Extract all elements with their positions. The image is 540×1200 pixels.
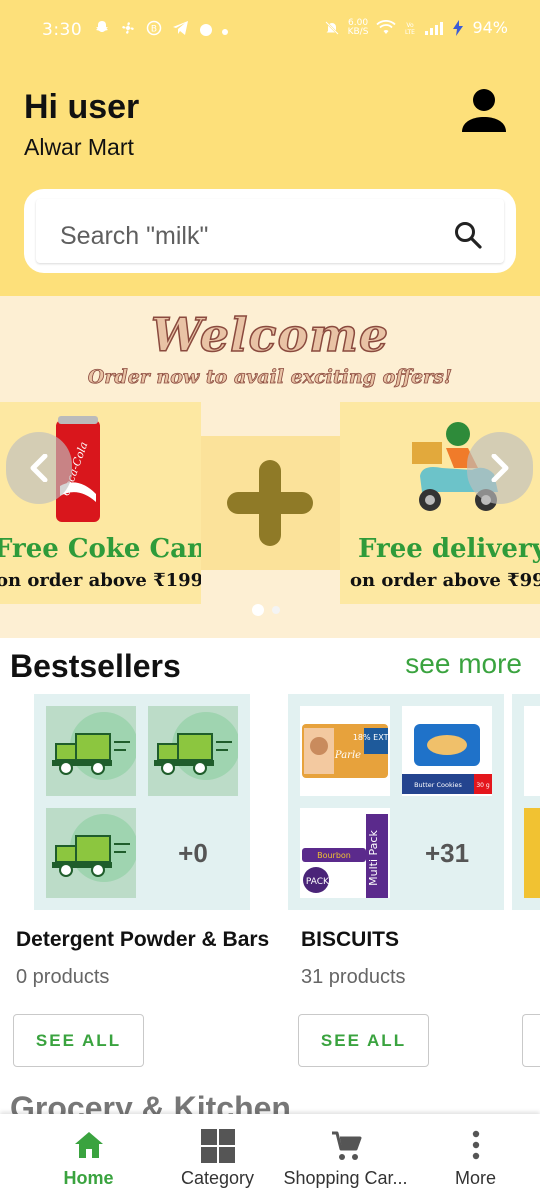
offer-subtitle-delivery: on order above ₹99 <box>350 570 540 591</box>
cookie-pack-icon: Butter Cookies 30 g <box>402 724 492 794</box>
svg-text:B: B <box>151 24 157 34</box>
more-vertical-icon <box>472 1130 479 1160</box>
delivery-truck-icon <box>154 712 238 780</box>
promo-banner[interactable]: Welcome Order now to avail exciting offe… <box>0 296 540 638</box>
volte-icon: VoLTE <box>405 22 415 36</box>
banner-welcome: Welcome <box>150 307 390 363</box>
greeting: Hi user <box>24 88 140 126</box>
nav-label: More <box>454 1168 496 1188</box>
telegram-icon <box>173 20 188 35</box>
carousel-prev-button[interactable] <box>6 432 72 504</box>
delivery-truck-image <box>46 808 136 898</box>
dot-icon <box>200 24 212 36</box>
nav-home[interactable]: Home <box>21 1114 156 1200</box>
parle-brand-text: Parle <box>334 750 361 761</box>
person-icon[interactable] <box>460 88 508 134</box>
nav-label: Shopping Car... <box>283 1168 408 1188</box>
small-dot-icon <box>222 28 228 35</box>
b-badge-icon: B <box>146 20 162 35</box>
delivery-truck-image <box>148 706 238 796</box>
net-speed: 6.00 KB/S <box>347 18 369 37</box>
nav-shopping-cart[interactable]: Shopping Car... <box>278 1114 413 1200</box>
nav-label: Category <box>180 1168 255 1188</box>
chevron-left-icon <box>30 454 48 482</box>
category-product-count: 0 products <box>16 966 110 988</box>
charging-icon <box>453 19 464 36</box>
parle-biscuit-image: 18% EXTRA Parle <box>300 706 390 796</box>
snapchat-icon <box>96 20 108 32</box>
carousel-next-button[interactable] <box>467 432 533 504</box>
chevron-right-icon <box>491 454 509 482</box>
see-all-button[interactable]: SEE ALL <box>13 1014 144 1067</box>
packs-text: 2 PACKS <box>300 877 335 887</box>
extra-badge-text: 18% EXTRA <box>353 733 390 742</box>
wifi-icon <box>376 19 397 34</box>
battery-level: 94% <box>472 18 508 37</box>
signal-icon <box>425 21 444 35</box>
svg-text:Bourbon: Bourbon <box>317 851 351 860</box>
nav-more[interactable]: More <box>408 1114 540 1200</box>
more-products-count: +0 <box>178 837 208 868</box>
carousel-indicator <box>252 604 280 616</box>
butter-cookies-image: Butter Cookies 30 g <box>402 706 492 796</box>
offer-card-delivery[interactable]: Free delivery on order above ₹99 <box>340 402 540 604</box>
bestsellers-title: Bestsellers <box>10 648 181 684</box>
multipack-text: Multi Pack <box>367 830 380 886</box>
delivery-truck-icon <box>52 814 136 882</box>
offer-plus-divider <box>201 436 340 570</box>
header: Hi user Alwar Mart Search "milk" <box>0 62 540 296</box>
nav-category[interactable]: Category <box>150 1114 285 1200</box>
nav-label: Home <box>63 1168 114 1188</box>
see-all-button-partial[interactable] <box>522 1014 540 1067</box>
offer-title-coke: Free Coke Can <box>0 534 201 564</box>
search-icon[interactable] <box>454 221 482 249</box>
product-image-partial <box>524 808 540 898</box>
net-speed-unit: KB/S <box>347 26 369 37</box>
see-all-button[interactable]: SEE ALL <box>298 1014 429 1067</box>
svg-text:LTE: LTE <box>405 29 415 36</box>
fan-icon <box>122 21 134 34</box>
carousel-dot[interactable] <box>272 606 280 614</box>
mute-icon <box>324 20 339 35</box>
status-time: 3:30 <box>42 20 83 40</box>
system-icons: 6.00 KB/S Vo LTE 94% <box>324 18 508 37</box>
grid-icon <box>200 1129 235 1163</box>
store-name: Alwar Mart <box>24 134 134 160</box>
svg-text:Vo: Vo <box>407 22 415 29</box>
category-product-count: 31 products <box>301 966 406 988</box>
bottom-navigation: Home Category Shopping Car... More <box>0 1114 540 1200</box>
search-input[interactable]: Search "milk" <box>60 222 208 251</box>
product-image-partial <box>524 706 540 796</box>
cart-icon <box>331 1131 361 1160</box>
home-icon <box>74 1132 103 1158</box>
notification-icons: B <box>94 19 228 36</box>
biscuit-pack-icon: 18% EXTRA Parle <box>302 724 390 778</box>
banner-subtitle: Order now to avail exciting offers! <box>87 366 453 389</box>
category-image-grid <box>512 694 540 910</box>
category-image-grid: 18% EXTRA Parle Butter Cookies 30 g Bour… <box>288 694 504 910</box>
butter-cookies-text: Butter Cookies <box>414 781 462 789</box>
delivery-truck-icon <box>52 712 136 780</box>
multipack-icon: Bourbon Multi Pack 2 PACKS <box>300 814 388 898</box>
offer-subtitle-coke: on order above ₹199 <box>0 570 201 591</box>
search-bar[interactable]: Search "milk" <box>24 189 516 273</box>
category-image-grid: +0 <box>34 694 250 910</box>
delivery-truck-image <box>46 706 136 796</box>
status-bar: 3:30 B 6.00 KB/S Vo LTE 94% <box>0 0 540 62</box>
category-name: Detergent Powder & Bars <box>16 928 270 951</box>
carousel-dot-active[interactable] <box>252 604 264 616</box>
category-name: BISCUITS <box>301 928 400 951</box>
plus-icon-vertical <box>259 460 281 546</box>
more-products-count: +31 <box>424 837 470 868</box>
multipack-biscuit-image: Bourbon Multi Pack 2 PACKS <box>300 808 390 898</box>
weight-text: 30 g <box>476 782 490 789</box>
see-more-link[interactable]: see more <box>405 648 522 680</box>
offer-title-delivery: Free delivery <box>358 534 540 564</box>
